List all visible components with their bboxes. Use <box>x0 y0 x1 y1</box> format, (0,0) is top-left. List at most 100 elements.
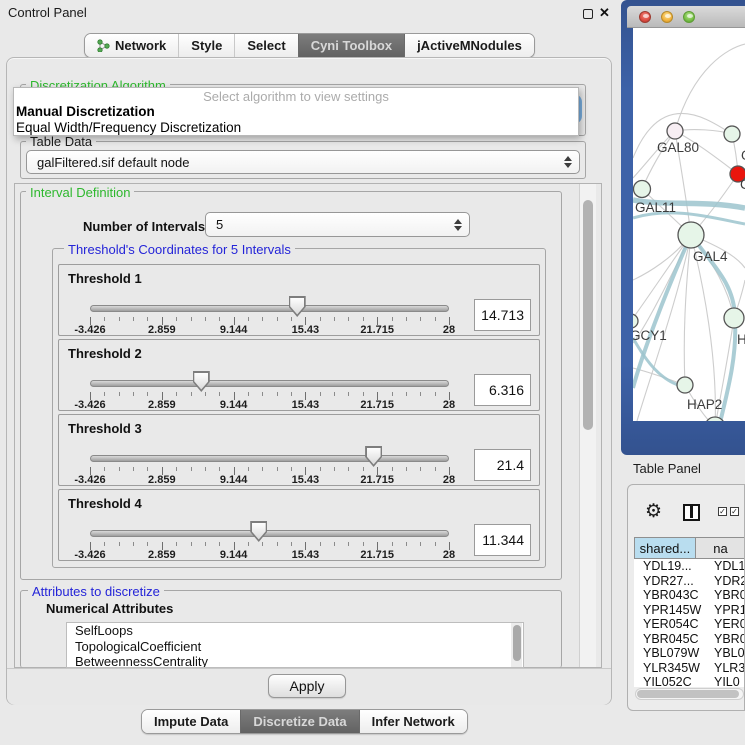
checkbox-icon[interactable] <box>730 507 739 516</box>
table-panel-title: Table Panel <box>633 461 701 476</box>
number-of-intervals-combobox[interactable]: 5 <box>205 212 470 237</box>
split-columns-icon[interactable] <box>683 504 700 521</box>
scrollbar-thumb[interactable] <box>513 625 521 661</box>
slider-tick <box>291 392 292 396</box>
tab-impute-data[interactable]: Impute Data <box>142 710 240 733</box>
gear-icon[interactable]: ⚙ <box>645 502 662 521</box>
cell-name[interactable]: YBL0 <box>708 646 745 661</box>
cell-name[interactable]: YDR2 <box>708 574 745 589</box>
tab-infer-network[interactable]: Infer Network <box>359 710 467 733</box>
threshold-1-slider-thumb[interactable] <box>289 296 306 317</box>
network-canvas[interactable]: GAL80GACGAL11GAL4GCY1HHAP2 <box>633 28 745 421</box>
slider-tick <box>205 317 206 321</box>
cell-name[interactable]: YBR0 <box>708 632 745 647</box>
slider-tick <box>205 542 206 546</box>
network-node[interactable] <box>633 314 638 328</box>
close-icon[interactable]: ✕ <box>599 5 610 21</box>
column-header-name[interactable]: na <box>696 537 745 559</box>
cell-shared-name[interactable]: YBL079W <box>634 646 708 661</box>
threshold-2-slider-track[interactable] <box>90 380 449 387</box>
cell-shared-name[interactable]: YDL19... <box>634 559 708 574</box>
slider-tick <box>104 392 105 396</box>
threshold-4-slider-track[interactable] <box>90 530 449 537</box>
cell-name[interactable]: YBR0 <box>708 588 745 603</box>
cell-shared-name[interactable]: YDR27... <box>634 574 708 589</box>
list-scrollbar[interactable] <box>511 623 522 667</box>
cell-shared-name[interactable]: YPR145W <box>634 603 708 618</box>
apply-bar: Apply <box>7 668 611 705</box>
vertical-scrollbar[interactable] <box>579 184 596 667</box>
threshold-3-value-field[interactable]: 21.4 <box>474 449 531 481</box>
table-row[interactable]: YPR145WYPR1 <box>634 603 745 618</box>
numerical-attributes-list[interactable]: SelfLoops TopologicalCoefficient Between… <box>66 622 524 668</box>
minimize-traffic-light-icon[interactable] <box>661 11 673 23</box>
scrollbar-thumb[interactable] <box>637 690 739 698</box>
threshold-1-value-field[interactable]: 14.713 <box>474 299 531 331</box>
table-row[interactable]: YDR27...YDR2 <box>634 574 745 589</box>
attributes-group-label: Attributes to discretize <box>28 584 164 599</box>
slider-tick <box>320 317 321 321</box>
tab-jactivemnodules[interactable]: jActiveMNodules <box>404 34 534 57</box>
cell-shared-name[interactable]: YBR045C <box>634 632 708 647</box>
checkbox-icon[interactable] <box>718 507 727 516</box>
dropdown-option-equal-width[interactable]: Equal Width/Frequency Discretization <box>14 120 578 136</box>
threshold-3-slider-track[interactable] <box>90 455 449 462</box>
slider-tick <box>406 467 407 471</box>
table-row[interactable]: YBR043CYBR0 <box>634 588 745 603</box>
cell-name[interactable]: YER0 <box>708 617 745 632</box>
cell-name[interactable]: YPR1 <box>708 603 745 618</box>
slider-tick <box>435 467 436 471</box>
float-window-icon[interactable] <box>583 9 593 19</box>
network-node[interactable] <box>678 222 704 248</box>
table-row[interactable]: YBL079WYBL0 <box>634 646 745 661</box>
slider-tick <box>248 392 249 396</box>
cell-name[interactable]: YIL0 <box>708 675 745 687</box>
table-row[interactable]: YDL19...YDL1 <box>634 559 745 574</box>
threshold-2-value-field[interactable]: 6.316 <box>474 374 531 406</box>
slider-tick-label: -3.426 <box>74 549 105 561</box>
list-item[interactable]: SelfLoops <box>67 623 523 639</box>
cell-name[interactable]: YLR3 <box>708 661 745 676</box>
threshold-2-slider-thumb[interactable] <box>193 371 210 392</box>
network-node[interactable] <box>724 308 744 328</box>
table-row[interactable]: YIL052CYIL0 <box>634 675 745 687</box>
zoom-traffic-light-icon[interactable] <box>683 11 695 23</box>
tab-cyni-toolbox[interactable]: Cyni Toolbox <box>298 34 404 57</box>
network-node[interactable] <box>724 126 740 142</box>
tab-style[interactable]: Style <box>178 34 234 57</box>
cell-name[interactable]: YDL1 <box>708 559 745 574</box>
cell-shared-name[interactable]: YIL052C <box>634 675 708 687</box>
slider-tick <box>219 467 220 471</box>
network-node[interactable] <box>634 181 651 198</box>
slider-tick <box>348 317 349 321</box>
list-item[interactable]: TopologicalCoefficient <box>67 639 523 655</box>
horizontal-scrollbar[interactable] <box>635 688 744 700</box>
tab-network[interactable]: Network <box>85 34 178 57</box>
slider-tick-label: 15.43 <box>292 549 320 561</box>
apply-button[interactable]: Apply <box>268 674 346 698</box>
network-node[interactable] <box>667 123 683 139</box>
threshold-3-slider-thumb[interactable] <box>365 446 382 467</box>
network-node[interactable] <box>677 377 693 393</box>
close-traffic-light-icon[interactable] <box>639 11 651 23</box>
slider-tick <box>334 317 335 321</box>
table-row[interactable]: YER054CYER0 <box>634 617 745 632</box>
slider-tick <box>262 542 263 546</box>
tab-select[interactable]: Select <box>234 34 297 57</box>
column-header-shared-name[interactable]: shared... <box>634 537 696 559</box>
threshold-1-slider-track[interactable] <box>90 305 449 312</box>
cell-shared-name[interactable]: YER054C <box>634 617 708 632</box>
threshold-4-slider-thumb[interactable] <box>250 521 267 542</box>
cell-shared-name[interactable]: YLR345W <box>634 661 708 676</box>
dropdown-option-manual-discretization[interactable]: Manual Discretization <box>14 104 578 120</box>
threshold-4-value-field[interactable]: 11.344 <box>474 524 531 556</box>
table-row[interactable]: YBR045CYBR0 <box>634 632 745 647</box>
list-item[interactable]: BetweennessCentrality <box>67 654 523 668</box>
table-data-combobox[interactable]: galFiltered.sif default node <box>26 150 580 174</box>
dropdown-prompt-item[interactable]: Select algorithm to view settings <box>14 88 578 104</box>
cell-shared-name[interactable]: YBR043C <box>634 588 708 603</box>
table-row[interactable]: YLR345WYLR3 <box>634 661 745 676</box>
network-window-titlebar[interactable] <box>627 6 745 28</box>
tab-discretize-data[interactable]: Discretize Data <box>240 710 358 733</box>
scrollbar-thumb[interactable] <box>583 200 593 430</box>
